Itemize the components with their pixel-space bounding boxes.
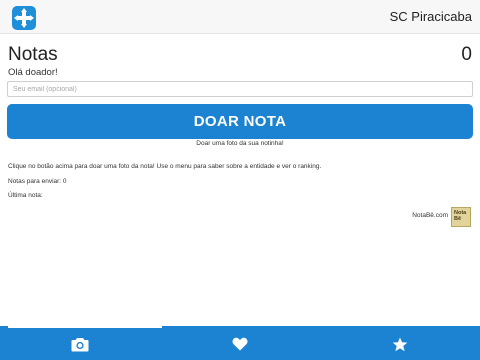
camera-icon <box>71 337 89 351</box>
star-icon <box>392 337 408 351</box>
heart-icon <box>232 337 248 351</box>
top-bar: SC Piracicaba <box>0 0 480 34</box>
instructions-text: Clique no botão acima para doar uma foto… <box>8 163 322 170</box>
last-note-label: Última nota: <box>8 192 43 199</box>
donate-note-button[interactable]: DOAR NOTA <box>7 104 473 139</box>
tab-camera[interactable] <box>0 328 160 360</box>
notes-count: 0 <box>461 44 472 65</box>
pending-notes-text: Notas para enviar: 0 <box>8 178 67 185</box>
greeting-text: Olá doador! <box>8 67 58 78</box>
brand-link[interactable]: NotaBê.com <box>412 212 448 219</box>
email-input[interactable] <box>7 81 473 97</box>
cross-arrows-icon[interactable] <box>12 6 36 30</box>
notabe-logo[interactable]: Nota Bê <box>451 207 471 227</box>
tab-favorites[interactable] <box>160 328 320 360</box>
place-name: SC Piracicaba <box>389 9 472 24</box>
page-title: Notas <box>8 44 58 65</box>
tab-ranking[interactable] <box>320 328 480 360</box>
donate-caption: Doar uma foto da sua notinha! <box>196 140 284 147</box>
tab-bar <box>0 326 480 360</box>
